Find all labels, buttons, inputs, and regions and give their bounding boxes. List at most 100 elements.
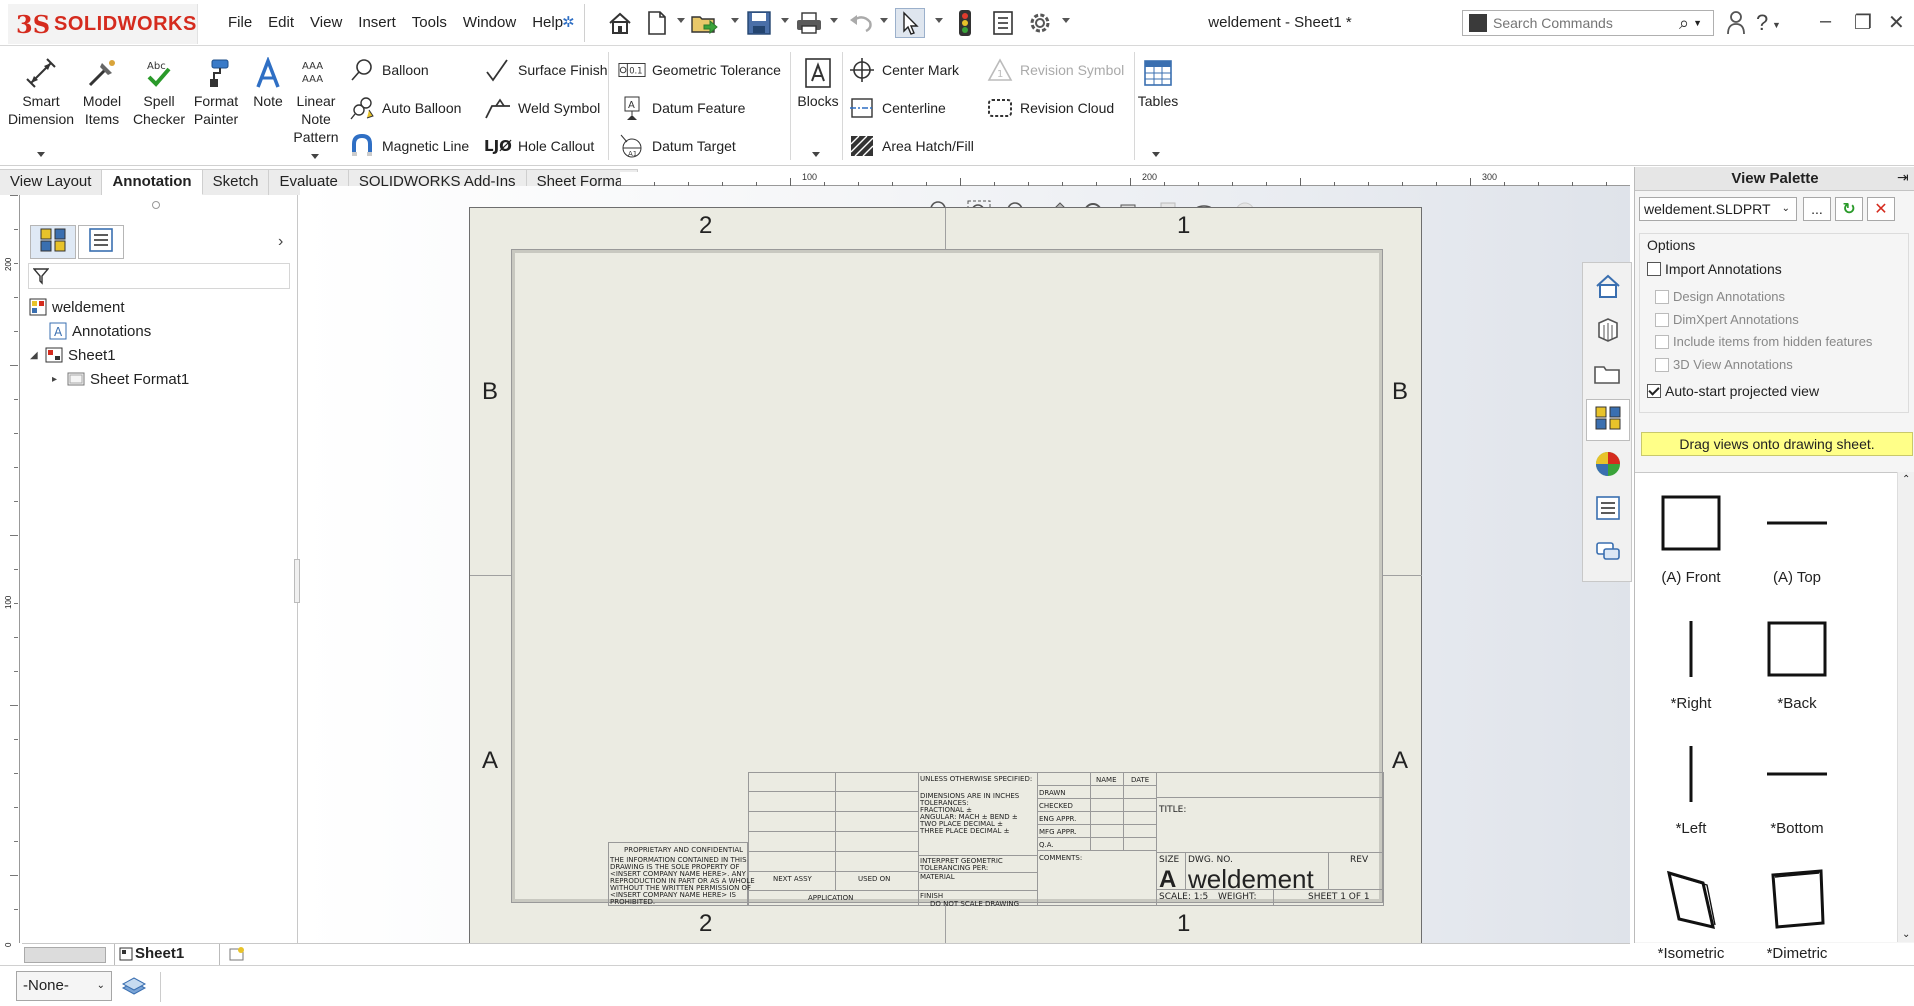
tab-sketch[interactable]: Sketch (202, 170, 270, 195)
hidden-features-checkbox[interactable]: Include items from hidden features (1655, 334, 1872, 349)
design-library-tab[interactable] (1586, 311, 1630, 353)
menu-view[interactable]: View (302, 12, 350, 33)
view-palette-tab[interactable] (1586, 399, 1630, 441)
sheet-navigation-buttons[interactable] (24, 947, 106, 963)
view-bottom[interactable]: *Bottom (1747, 740, 1847, 837)
panel-collapse-handle[interactable] (152, 201, 160, 209)
view-top[interactable]: (A) Top (1747, 489, 1847, 586)
add-sheet-icon[interactable] (228, 946, 250, 964)
model-items-button[interactable]: Model Items (78, 56, 126, 128)
blocks-button[interactable]: Blocks (794, 56, 842, 110)
surface-finish-button[interactable]: Surface Finish (484, 58, 607, 82)
home-icon[interactable] (605, 8, 635, 38)
scroll-down-icon[interactable]: ⌄ (1902, 929, 1910, 940)
search-input[interactable] (1493, 15, 1673, 31)
linear-note-dropdown-icon[interactable] (311, 154, 319, 159)
collapse-caret-icon[interactable]: ◢ (30, 350, 40, 361)
balloon-button[interactable]: Balloon (348, 58, 429, 82)
auto-start-projected-view-checkbox[interactable]: Auto-start projected view (1647, 383, 1819, 399)
tab-annotation[interactable]: Annotation (102, 170, 203, 195)
custom-properties-tab[interactable] (1586, 489, 1630, 531)
note-button[interactable]: Note (248, 56, 288, 110)
spell-checker-button[interactable]: Abc Spell Checker (133, 56, 185, 128)
open-folder-icon[interactable] (690, 8, 720, 38)
auto-balloon-button[interactable]: Auto Balloon (348, 96, 461, 120)
options-gear-icon[interactable] (1025, 8, 1055, 38)
options-dropdown-icon[interactable] (1062, 18, 1070, 23)
tables-button[interactable]: Tables (1138, 56, 1178, 110)
search-icon[interactable]: ⌕ (1679, 13, 1689, 34)
help-icon[interactable]: ? (1756, 10, 1768, 36)
refresh-button[interactable]: ↻ (1835, 197, 1863, 221)
clear-button[interactable]: ✕ (1867, 197, 1895, 221)
file-properties-icon[interactable] (988, 8, 1018, 38)
tables-dropdown-icon[interactable] (1152, 152, 1160, 157)
file-explorer-tab[interactable] (1586, 355, 1630, 397)
expand-caret-icon[interactable]: ▸ (52, 374, 62, 385)
panel-expand-arrow-icon[interactable]: › (278, 233, 283, 251)
forum-tab[interactable] (1586, 533, 1630, 575)
geometric-tolerance-button[interactable]: 0.1 Geometric Tolerance (618, 58, 781, 82)
view-back[interactable]: *Back (1747, 615, 1847, 712)
browse-button[interactable]: ... (1803, 197, 1831, 221)
layer-properties-icon[interactable] (120, 974, 148, 1002)
pin-menu-icon[interactable]: ✲ (562, 13, 575, 31)
blocks-dropdown-icon[interactable] (812, 152, 820, 157)
smart-dimension-button[interactable]: Smart Dimension (8, 56, 74, 128)
property-manager-tab[interactable] (78, 225, 124, 259)
drawing-sheet[interactable]: 2 1 2 1 B B A A NEXT ASSY USED ON APPLIC… (469, 207, 1422, 944)
tab-view-layout[interactable]: View Layout (0, 170, 103, 195)
tree-item-annotations[interactable]: A Annotations (48, 322, 151, 340)
tree-item-weldement[interactable]: weldement (28, 298, 125, 316)
datum-target-button[interactable]: A1 Datum Target (618, 134, 736, 158)
centerline-button[interactable]: Centerline (848, 96, 946, 120)
undo-dropdown-icon[interactable] (880, 18, 888, 23)
smart-dimension-dropdown-icon[interactable] (37, 152, 45, 157)
panel-splitter[interactable] (294, 559, 300, 603)
pin-panel-icon[interactable]: ⇥ (1897, 169, 1909, 186)
view-left[interactable]: *Left (1641, 740, 1741, 837)
solidworks-logo[interactable]: 3S SOLIDWORKS (8, 4, 198, 44)
revision-cloud-button[interactable]: Revision Cloud (986, 96, 1114, 120)
hole-callout-button[interactable]: LJØ Hole Callout (484, 134, 594, 158)
search-commands[interactable]: ⌕ ▼ (1462, 10, 1714, 36)
menu-file[interactable]: File (220, 12, 260, 33)
search-dropdown-icon[interactable]: ▼ (1693, 18, 1702, 28)
print-icon[interactable] (794, 8, 824, 38)
close-window-icon[interactable]: ✕ (1888, 10, 1905, 35)
help-dropdown-icon[interactable]: ▼ (1772, 20, 1781, 30)
sheet-tab-sheet1[interactable]: Sheet1 (114, 944, 220, 966)
print-dropdown-icon[interactable] (830, 18, 838, 23)
document-select[interactable]: weldement.SLDPRT ⌄ (1639, 197, 1797, 221)
new-document-icon[interactable] (642, 8, 672, 38)
center-mark-button[interactable]: Center Mark (848, 58, 959, 82)
select-pointer-icon[interactable] (895, 8, 925, 38)
tree-item-sheet-format1[interactable]: ▸ Sheet Format1 (52, 370, 189, 388)
import-annotations-checkbox[interactable]: Import Annotations (1647, 261, 1782, 277)
minimize-icon[interactable]: – (1820, 10, 1831, 33)
open-dropdown-icon[interactable] (731, 18, 739, 23)
tree-filter[interactable] (28, 263, 290, 289)
undo-icon[interactable] (846, 8, 876, 38)
appearances-tab[interactable] (1586, 445, 1630, 487)
rebuild-traffic-light-icon[interactable] (950, 8, 980, 38)
tree-item-sheet1[interactable]: ◢ Sheet1 (30, 346, 116, 364)
weld-symbol-button[interactable]: Weld Symbol (484, 96, 600, 120)
user-account-icon[interactable] (1726, 10, 1746, 42)
select-dropdown-icon[interactable] (935, 18, 943, 23)
layer-select[interactable]: -None- ⌄ (16, 971, 112, 1001)
solidworks-resources-tab[interactable] (1586, 267, 1630, 309)
scroll-up-icon[interactable]: ⌃ (1902, 474, 1910, 485)
magnetic-line-button[interactable]: Magnetic Line (348, 134, 469, 158)
view-3d-annotations-checkbox[interactable]: 3D View Annotations (1655, 357, 1793, 372)
restore-icon[interactable]: ❐ (1854, 10, 1872, 35)
menu-window[interactable]: Window (455, 12, 524, 33)
view-isometric[interactable]: *Isometric (1641, 865, 1741, 962)
menu-edit[interactable]: Edit (260, 12, 302, 33)
datum-feature-button[interactable]: A Datum Feature (618, 96, 745, 120)
format-painter-button[interactable]: Format Painter (188, 56, 244, 128)
new-dropdown-icon[interactable] (677, 18, 685, 23)
revision-symbol-button[interactable]: 1 Revision Symbol (986, 58, 1124, 82)
design-annotations-checkbox[interactable]: Design Annotations (1655, 289, 1785, 304)
dimxpert-annotations-checkbox[interactable]: DimXpert Annotations (1655, 312, 1799, 327)
